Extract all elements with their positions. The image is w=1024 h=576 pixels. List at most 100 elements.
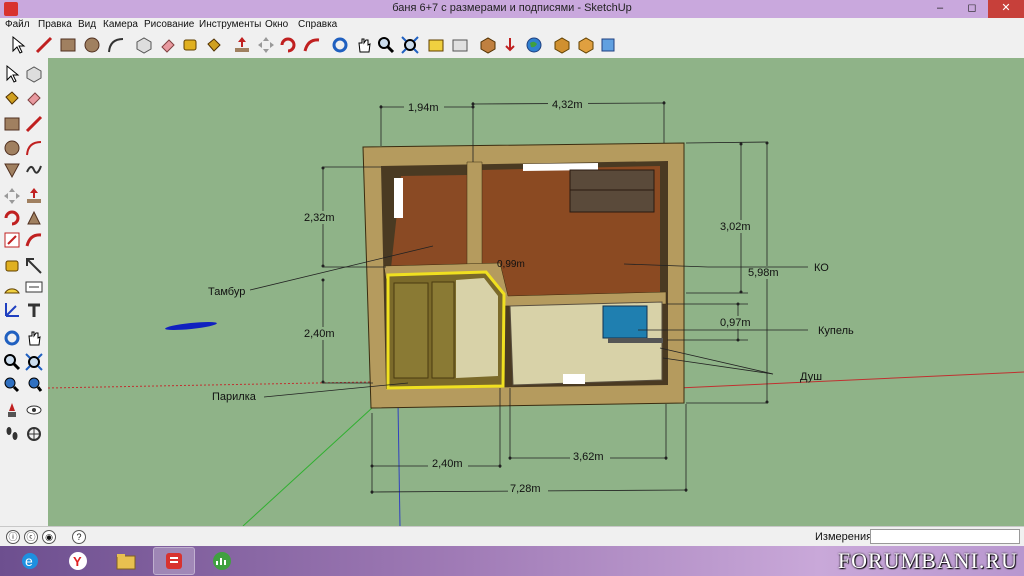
zoom-window-icon[interactable] bbox=[24, 352, 44, 372]
menu-draw[interactable]: Рисование bbox=[144, 18, 194, 32]
measurements-input[interactable] bbox=[870, 529, 1020, 544]
resource-monitor-icon bbox=[213, 552, 231, 570]
large-tool-set bbox=[0, 58, 49, 526]
taskbar-yandex[interactable]: Y bbox=[58, 548, 98, 574]
scale-icon[interactable] bbox=[2, 230, 22, 250]
make-component-icon-2[interactable] bbox=[24, 64, 44, 84]
pan-tool-icon[interactable] bbox=[354, 35, 374, 55]
polygon-icon[interactable] bbox=[2, 160, 22, 180]
menu-view[interactable]: Вид bbox=[78, 18, 96, 32]
zoom-icon[interactable] bbox=[2, 352, 22, 372]
dim-top-left: 1,94m bbox=[408, 102, 439, 114]
menu-edit[interactable]: Правка bbox=[38, 18, 72, 32]
red-axis-dashed bbox=[48, 381, 371, 389]
rotate-tool-icon[interactable] bbox=[278, 35, 298, 55]
freehand-icon[interactable] bbox=[24, 160, 44, 180]
blue-mark bbox=[165, 321, 217, 331]
axes-icon[interactable] bbox=[2, 300, 22, 320]
rotate-icon[interactable] bbox=[2, 208, 22, 228]
eraser-tool-icon[interactable] bbox=[158, 35, 178, 55]
taskbar-explorer[interactable] bbox=[106, 548, 146, 574]
circle-tool-icon[interactable] bbox=[82, 35, 102, 55]
rectangle-icon[interactable] bbox=[2, 114, 22, 134]
tape-measure-icon-2[interactable] bbox=[2, 256, 22, 276]
zoom-extents-icon-2[interactable] bbox=[2, 374, 22, 394]
follow-me-icon-2[interactable] bbox=[24, 208, 44, 228]
walk-icon[interactable] bbox=[2, 424, 22, 444]
get-models-icon[interactable] bbox=[478, 35, 498, 55]
bench-ko bbox=[569, 169, 655, 213]
look-around-icon[interactable] bbox=[24, 400, 44, 420]
move-tool-icon[interactable] bbox=[256, 35, 276, 55]
menu-help[interactable]: Справка bbox=[298, 18, 337, 32]
dim-left-lower: 2,40m bbox=[304, 328, 335, 340]
rectangle-tool-icon[interactable] bbox=[58, 35, 78, 55]
select-tool-icon[interactable] bbox=[8, 35, 28, 55]
make-component-icon[interactable] bbox=[134, 35, 154, 55]
earth-icon[interactable] bbox=[524, 35, 544, 55]
menu-tools[interactable]: Инструменты bbox=[199, 18, 261, 32]
taskbar-sketchup[interactable] bbox=[153, 547, 195, 575]
drawing-viewport[interactable]: 1,94m 4,32m 2,32m 2,40m 3,02m 5,98m 0,97… bbox=[48, 58, 1024, 526]
close-button[interactable]: ✕ bbox=[988, 0, 1024, 18]
label-ko: КО bbox=[814, 262, 829, 274]
position-camera-icon[interactable] bbox=[2, 400, 22, 420]
help-icon[interactable]: ? bbox=[72, 530, 86, 544]
paint-bucket-icon-2[interactable] bbox=[2, 88, 22, 108]
pan-icon[interactable] bbox=[24, 328, 44, 348]
geo-location-icon[interactable]: ⓘ bbox=[6, 530, 20, 544]
push-pull-icon[interactable] bbox=[232, 35, 252, 55]
menu-file[interactable]: Файл bbox=[5, 18, 30, 32]
bench-tambur-1 bbox=[393, 282, 429, 379]
circle-icon[interactable] bbox=[2, 138, 22, 158]
dim-top-right: 4,32m bbox=[552, 99, 583, 111]
layout-icon[interactable] bbox=[598, 35, 618, 55]
taskbar-ie[interactable]: e bbox=[10, 548, 50, 574]
label-kupel: Купель bbox=[818, 325, 854, 337]
section-plane-icon[interactable] bbox=[24, 424, 44, 444]
text-icon[interactable] bbox=[24, 278, 44, 298]
arc-tool-icon[interactable] bbox=[106, 35, 126, 55]
move-icon[interactable] bbox=[2, 186, 22, 206]
dim-left-upper: 2,32m bbox=[304, 212, 335, 224]
zoom-extents-icon[interactable] bbox=[400, 35, 420, 55]
paint-bucket-icon[interactable] bbox=[204, 35, 224, 55]
dimension-icon[interactable] bbox=[24, 256, 44, 276]
orbit-icon[interactable] bbox=[2, 328, 22, 348]
offset-icon[interactable] bbox=[24, 230, 44, 250]
orbit-tool-icon[interactable] bbox=[330, 35, 350, 55]
zoom-tool-icon[interactable] bbox=[376, 35, 396, 55]
dim-right-small: 0,97m bbox=[720, 317, 751, 329]
maximize-button[interactable]: ◻ bbox=[956, 0, 988, 18]
menu-window[interactable]: Окно bbox=[265, 18, 288, 32]
title-bar: баня 6+7 с размерами и подписями - Sketc… bbox=[0, 0, 1024, 18]
arc-icon[interactable] bbox=[24, 138, 44, 158]
eraser-icon[interactable] bbox=[24, 88, 44, 108]
previous-icon[interactable] bbox=[24, 374, 44, 394]
line-icon[interactable] bbox=[24, 114, 44, 134]
svg-text:e: e bbox=[25, 553, 33, 569]
credits-icon[interactable]: ⓒ bbox=[24, 530, 38, 544]
protractor-icon[interactable] bbox=[2, 278, 22, 298]
file-explorer-icon bbox=[116, 554, 136, 570]
3d-text-icon[interactable] bbox=[24, 300, 44, 320]
taskbar-monitor[interactable] bbox=[202, 548, 242, 574]
label-tambur: Тамбур bbox=[208, 286, 245, 298]
follow-me-icon[interactable] bbox=[302, 35, 322, 55]
watermark: FORUMBANI.RU bbox=[837, 548, 1018, 573]
share-model-icon[interactable] bbox=[500, 35, 520, 55]
menu-camera[interactable]: Камера bbox=[103, 18, 138, 32]
line-tool-icon[interactable] bbox=[34, 35, 54, 55]
measurements-label: Измерения bbox=[815, 531, 873, 543]
component-icon[interactable] bbox=[576, 35, 596, 55]
user-icon[interactable]: ◉ bbox=[42, 530, 56, 544]
next-view-icon[interactable] bbox=[450, 35, 470, 55]
previous-view-icon[interactable] bbox=[426, 35, 446, 55]
label-dush: Душ bbox=[800, 371, 822, 383]
red-axis bbox=[677, 371, 1024, 389]
minimize-button[interactable]: – bbox=[924, 0, 956, 18]
push-pull-icon-2[interactable] bbox=[24, 186, 44, 206]
tape-measure-icon[interactable] bbox=[180, 35, 200, 55]
extension-warehouse-icon[interactable] bbox=[552, 35, 572, 55]
select-icon[interactable] bbox=[2, 64, 22, 84]
